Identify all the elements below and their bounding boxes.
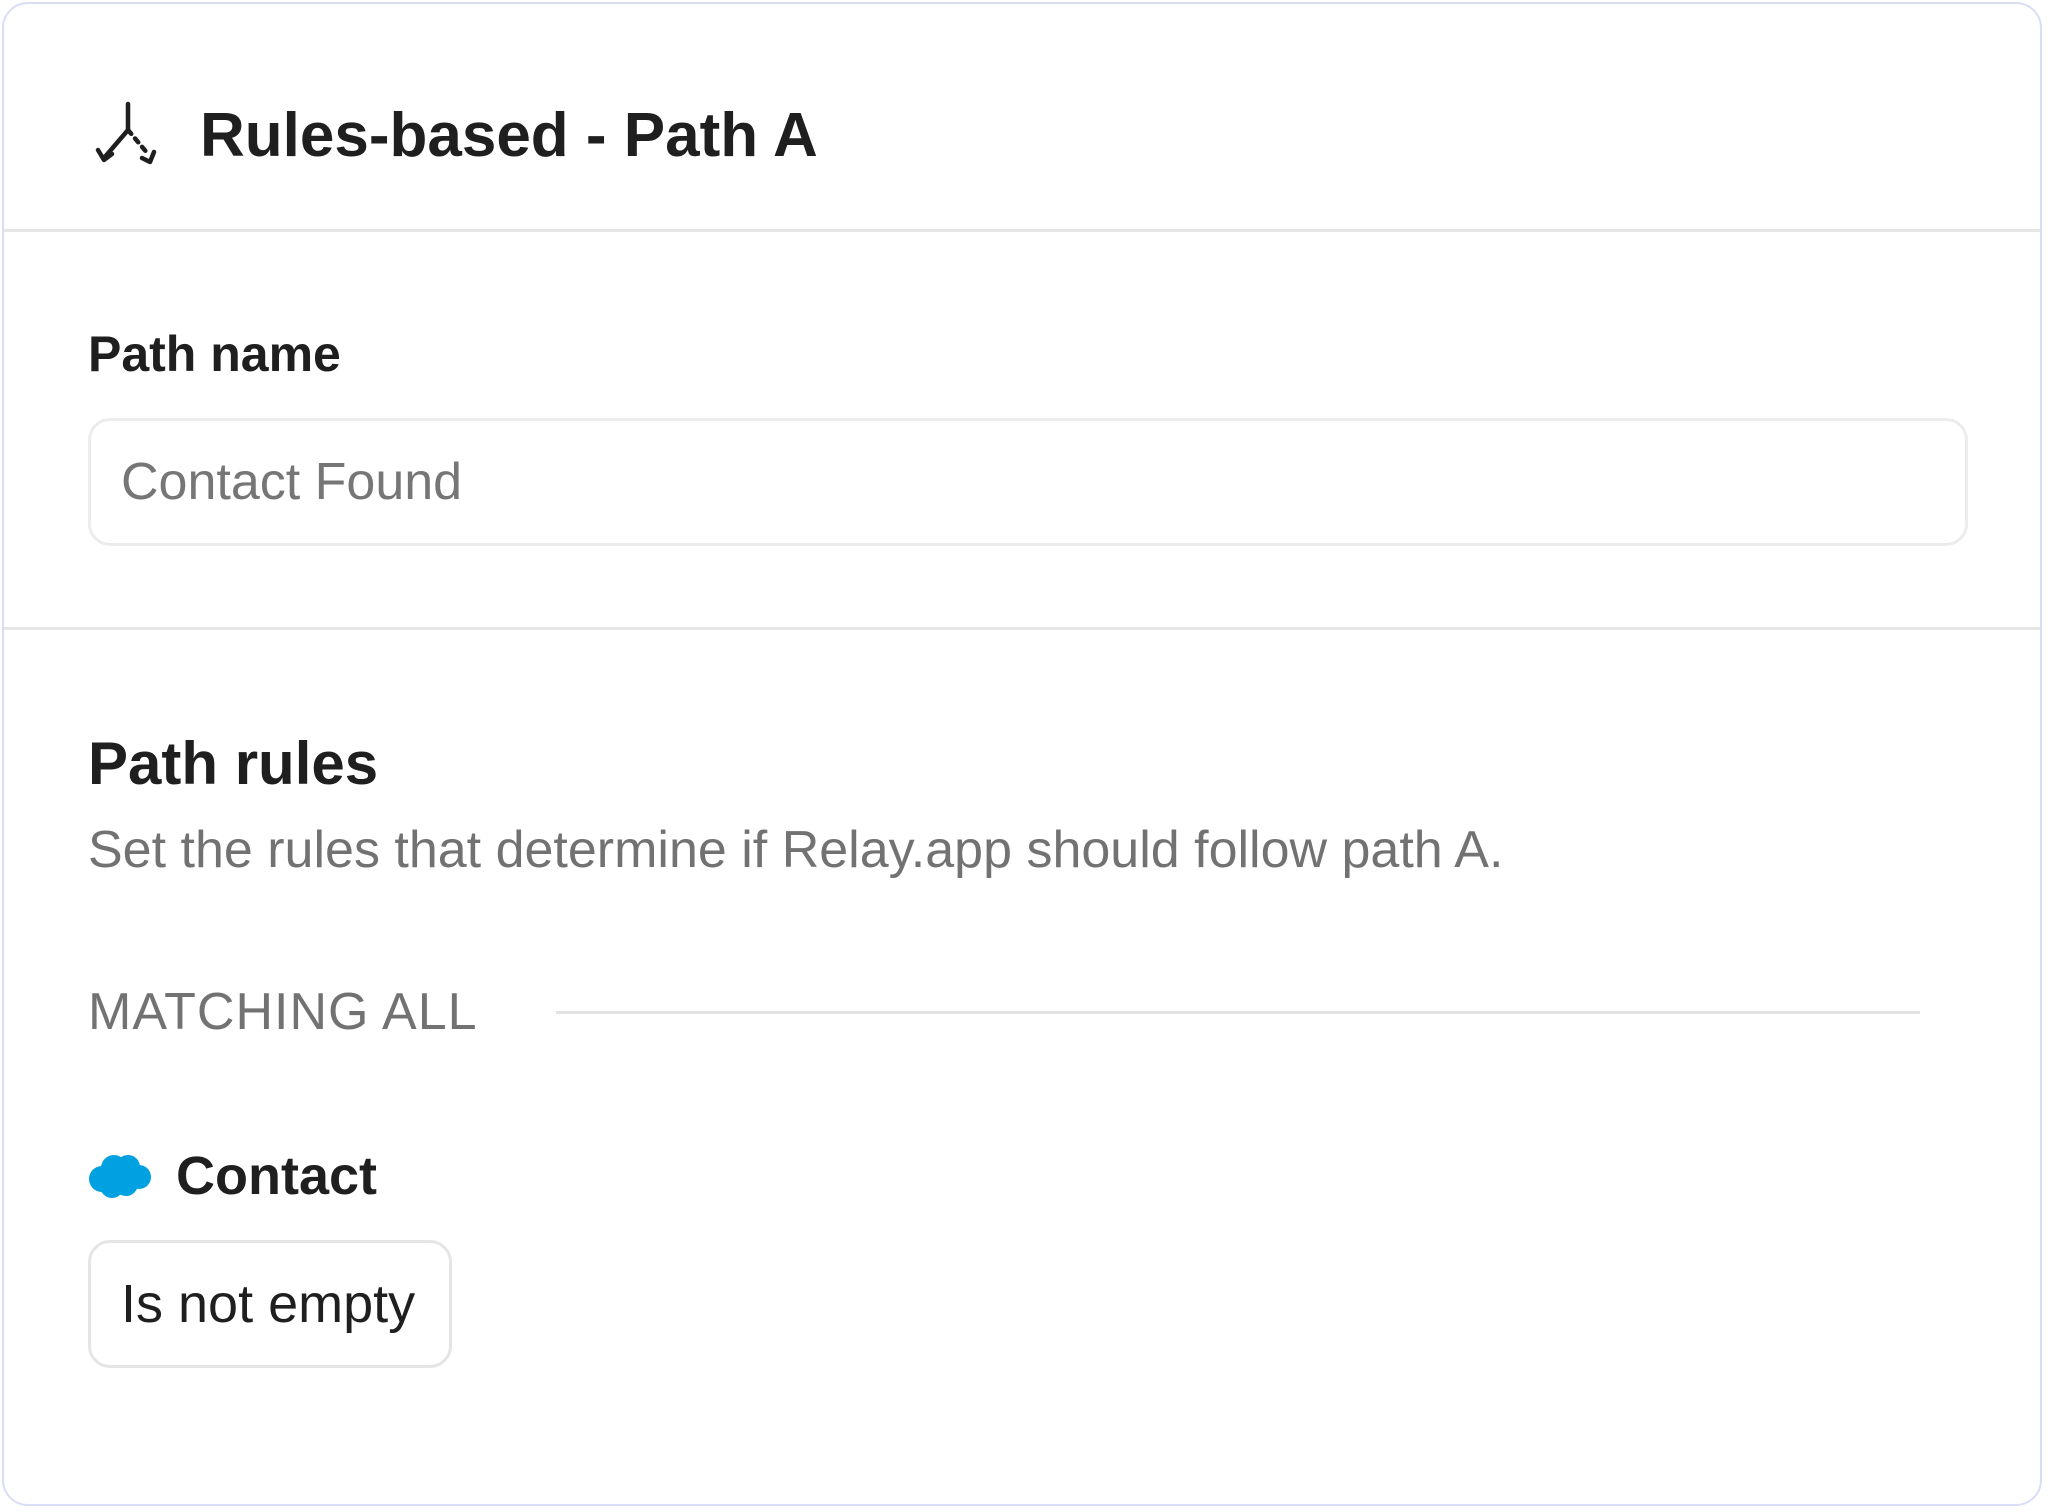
rule-condition-button[interactable]: Is not empty — [88, 1240, 453, 1368]
matching-mode-label: MATCHING ALL — [88, 983, 478, 1041]
path-name-section: Path name — [4, 232, 2040, 630]
path-settings-panel: Rules-based - Path A Path name Path rule… — [2, 2, 2042, 1506]
path-rules-description: Set the rules that determine if Relay.ap… — [88, 821, 1504, 879]
path-rules-title: Path rules — [88, 730, 379, 797]
rule-condition-label: Is not empty — [121, 1274, 416, 1334]
matching-divider — [556, 1011, 1920, 1014]
panel-title: Rules-based - Path A — [200, 101, 818, 170]
path-name-label: Path name — [88, 326, 341, 382]
rule-field: Contact — [88, 1142, 377, 1210]
rule-field-name: Contact — [176, 1146, 377, 1206]
panel-header: Rules-based - Path A — [4, 4, 2040, 232]
salesforce-icon — [89, 1155, 151, 1198]
branch-split-icon — [95, 101, 157, 165]
path-rules-section: Path rules Set the rules that determine … — [4, 630, 2040, 1506]
path-name-input[interactable] — [88, 418, 1968, 546]
